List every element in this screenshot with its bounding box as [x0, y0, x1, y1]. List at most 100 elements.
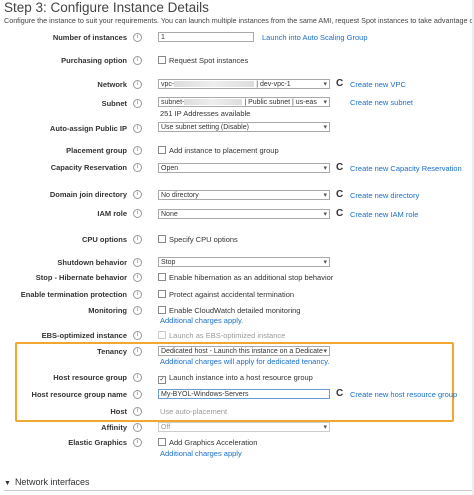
info-icon[interactable]: i: [133, 407, 142, 416]
info-icon[interactable]: i: [133, 99, 142, 108]
elastic-graphics-charges-link[interactable]: Additional charges apply: [160, 449, 242, 458]
checkbox-icon: [158, 331, 166, 339]
hibernation-checkbox[interactable]: Enable hibernation as an additional stop…: [158, 273, 333, 282]
domain-join-label: Domain join directory: [49, 190, 127, 199]
create-capacity-reservation-link[interactable]: Create new Capacity Reservation: [350, 164, 462, 173]
create-subnet-link[interactable]: Create new subnet: [350, 98, 413, 107]
info-icon[interactable]: i: [133, 146, 142, 155]
auto-assign-ip-select[interactable]: Use subnet setting (Disable): [158, 122, 330, 132]
domain-join-select[interactable]: No directory: [158, 190, 330, 200]
redacted-id: [184, 99, 243, 106]
checkbox-icon[interactable]: [158, 438, 166, 446]
placement-group-checkbox[interactable]: Add instance to placement group: [158, 146, 279, 155]
capacity-reservation-select[interactable]: Open: [158, 163, 330, 173]
create-vpc-link[interactable]: Create new VPC: [350, 80, 406, 89]
elastic-graphics-checkbox[interactable]: Add Graphics Acceleration: [158, 438, 257, 447]
info-icon[interactable]: i: [133, 373, 142, 382]
request-spot-checkbox[interactable]: Request Spot instances: [158, 56, 248, 65]
info-icon[interactable]: i: [133, 331, 142, 340]
host-resource-group-name-input[interactable]: My-BYOL-Windows-Servers: [158, 389, 330, 399]
info-icon[interactable]: i: [133, 306, 142, 315]
info-icon[interactable]: i: [133, 423, 142, 432]
refresh-icon[interactable]: C: [336, 389, 345, 399]
info-icon[interactable]: i: [133, 390, 142, 399]
info-icon[interactable]: i: [133, 235, 142, 244]
refresh-icon[interactable]: C: [336, 190, 345, 200]
subnet-label: Subnet: [101, 99, 127, 108]
ebs-optimized-label: EBS-optimized instance: [41, 331, 127, 340]
info-icon[interactable]: i: [133, 33, 142, 42]
shutdown-behavior-label: Shutdown behavior: [57, 258, 127, 267]
create-directory-link[interactable]: Create new directory: [350, 191, 419, 200]
host-resource-group-checkbox[interactable]: ✓ Launch instance into a host resource gr…: [158, 373, 313, 384]
create-iam-role-link[interactable]: Create new IAM role: [350, 210, 418, 219]
termination-checkbox[interactable]: Protect against accidental termination: [158, 290, 294, 299]
info-icon[interactable]: i: [133, 209, 142, 218]
monitoring-checkbox[interactable]: Enable CloudWatch detailed monitoring: [158, 306, 300, 315]
purchasing-option-label: Purchasing option: [61, 56, 127, 65]
tenancy-label: Tenancy: [97, 347, 127, 356]
create-host-resource-group-link[interactable]: Create new host resource group: [350, 390, 457, 399]
termination-protection-label: Enable termination protection: [20, 290, 127, 299]
monitoring-charges-link[interactable]: Additional charges apply.: [160, 316, 243, 325]
info-icon[interactable]: i: [133, 438, 142, 447]
info-icon[interactable]: i: [133, 290, 142, 299]
affinity-label: Affinity: [101, 423, 127, 432]
monitoring-label: Monitoring: [88, 306, 127, 315]
specify-cpu-label: Specify CPU options: [169, 235, 238, 244]
host-resource-group-checkbox-label: Launch instance into a host resource gro…: [169, 373, 313, 382]
iam-role-select[interactable]: None: [158, 209, 330, 219]
refresh-icon[interactable]: C: [336, 163, 345, 173]
elastic-graphics-label: Elastic Graphics: [68, 438, 127, 447]
info-icon[interactable]: i: [133, 124, 142, 133]
specify-cpu-checkbox[interactable]: Specify CPU options: [158, 235, 238, 244]
info-icon[interactable]: i: [133, 258, 142, 267]
info-icon[interactable]: i: [133, 273, 142, 282]
info-icon[interactable]: i: [133, 56, 142, 65]
page-title: Step 3: Configure Instance Details: [4, 0, 209, 15]
monitoring-checkbox-label: Enable CloudWatch detailed monitoring: [169, 306, 301, 315]
info-icon[interactable]: i: [133, 190, 142, 199]
termination-checkbox-label: Protect against accidental termination: [169, 290, 295, 299]
checkbox-icon[interactable]: [158, 273, 166, 281]
network-prefix: vpc-: [161, 81, 175, 88]
network-select[interactable]: vpc- | dev-vpc-1: [158, 79, 330, 89]
subnet-select[interactable]: subnet- | Public subnet | us-eas: [158, 97, 330, 107]
affinity-select: Off: [158, 422, 330, 432]
host-value: Use auto-placement: [160, 407, 228, 416]
checkbox-icon[interactable]: [158, 290, 166, 298]
launch-asg-link[interactable]: Launch into Auto Scaling Group: [262, 33, 368, 42]
info-icon[interactable]: i: [133, 80, 142, 89]
request-spot-label: Request Spot instances: [169, 56, 249, 65]
number-of-instances-input[interactable]: 1: [158, 32, 254, 42]
subnet-suffix: | Public subnet | us-eas: [244, 99, 317, 106]
network-suffix: | dev-vpc-1: [256, 81, 291, 88]
host-label: Host: [110, 407, 127, 416]
ebs-optimized-checkbox: Launch as EBS-optimized instance: [158, 331, 285, 340]
host-resource-group-label: Host resource group: [53, 373, 127, 382]
expand-icon[interactable]: ▼: [4, 480, 11, 487]
auto-assign-ip-label: Auto-assign Public IP: [49, 124, 127, 133]
subnet-prefix: subnet-: [161, 99, 185, 106]
ebs-optimized-checkbox-label: Launch as EBS-optimized instance: [169, 331, 286, 340]
network-interfaces-title: Network interfaces: [14, 477, 90, 487]
network-interfaces-section[interactable]: ▼ Network interfaces: [4, 477, 89, 487]
divider: [4, 490, 474, 491]
subnet-ip-note: 251 IP Addresses available: [160, 109, 251, 118]
info-icon[interactable]: i: [133, 347, 142, 356]
shutdown-behavior-select[interactable]: Stop: [158, 257, 330, 267]
cpu-options-label: CPU options: [82, 235, 127, 244]
checkbox-icon[interactable]: [158, 146, 166, 154]
elastic-graphics-checkbox-label: Add Graphics Acceleration: [169, 438, 258, 447]
checkbox-icon[interactable]: [158, 235, 166, 243]
tenancy-select[interactable]: Dedicated host - Launch this instance on…: [158, 346, 330, 356]
tenancy-charges-link[interactable]: Additional charges will apply for dedica…: [160, 357, 330, 366]
refresh-icon[interactable]: C: [336, 79, 345, 89]
redacted-id: [174, 81, 255, 88]
info-icon[interactable]: i: [133, 163, 142, 172]
checkmark-icon[interactable]: ✓: [158, 376, 166, 384]
hibernation-label: Enable hibernation as an additional stop…: [169, 273, 334, 282]
checkbox-icon[interactable]: [158, 306, 166, 314]
checkbox-icon[interactable]: [158, 56, 166, 64]
refresh-icon[interactable]: C: [336, 209, 345, 219]
